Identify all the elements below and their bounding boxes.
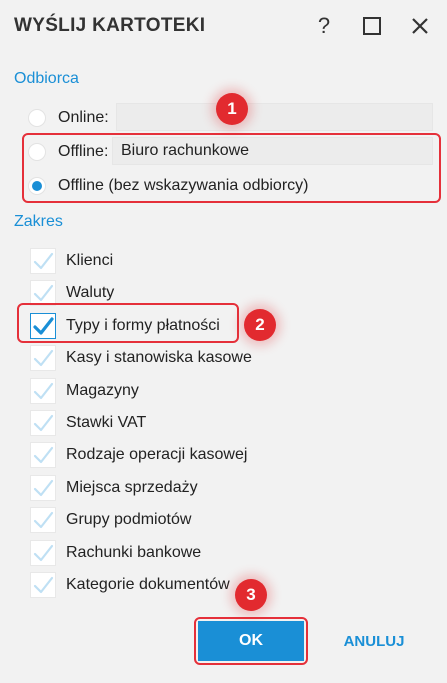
scope-item[interactable]: Rodzaje operacji kasowej — [30, 441, 247, 469]
ok-button[interactable]: OK — [198, 621, 304, 661]
scope-item-label: Magazyny — [66, 382, 139, 399]
scope-item-label: Kategorie dokumentów — [66, 576, 230, 593]
scope-item-label: Klienci — [66, 252, 114, 269]
checkbox[interactable] — [30, 378, 56, 404]
checkbox[interactable] — [30, 540, 56, 566]
scope-item-label: Rachunki bankowe — [66, 544, 202, 561]
checkbox[interactable] — [30, 345, 56, 371]
window-title: WYŚLIJ KARTOTEKI — [14, 15, 206, 36]
checkbox[interactable] — [30, 507, 56, 533]
online-recipient-field[interactable] — [116, 103, 433, 131]
checkmark-icon — [33, 382, 54, 400]
scope-item[interactable]: Grupy podmiotów — [30, 506, 191, 534]
scope-item-label: Rodzaje operacji kasowej — [66, 446, 248, 463]
scope-item[interactable]: Klienci — [30, 247, 113, 275]
title-bar: WYŚLIJ KARTOTEKI ? — [0, 0, 447, 52]
checkbox[interactable] — [30, 248, 56, 274]
callout-badge-2: 2 — [244, 309, 276, 341]
checkmark-icon — [33, 349, 54, 367]
scope-item[interactable]: Miejsca sprzedaży — [30, 474, 198, 502]
checkbox[interactable] — [30, 410, 56, 436]
radio-online[interactable]: Online: — [28, 104, 109, 132]
checkbox[interactable] — [30, 475, 56, 501]
scope-item[interactable]: Rachunki bankowe — [30, 539, 201, 567]
checkbox[interactable] — [30, 572, 56, 598]
callout-badge-1: 1 — [216, 93, 248, 125]
checkmark-icon — [33, 284, 54, 302]
checkmark-icon — [33, 511, 54, 529]
callout-badge-3: 3 — [235, 579, 267, 611]
scope-item[interactable]: Kategorie dokumentów — [30, 571, 230, 599]
scope-item-label: Miejsca sprzedaży — [66, 479, 198, 496]
checkbox[interactable] — [30, 442, 56, 468]
scope-item[interactable]: Kasy i stanowiska kasowe — [30, 344, 252, 372]
scope-section-label: Zakres — [14, 213, 63, 230]
recipient-section-label: Odbiorca — [14, 70, 79, 87]
scope-item[interactable]: Magazyny — [30, 377, 139, 405]
checkmark-icon — [33, 252, 54, 270]
radio-online-button[interactable] — [28, 109, 46, 127]
highlight-payment-types — [17, 303, 239, 343]
scope-item-label: Stawki VAT — [66, 414, 147, 431]
checkmark-icon — [33, 446, 54, 464]
scope-item[interactable]: Stawki VAT — [30, 409, 146, 437]
maximize-icon[interactable] — [356, 10, 388, 42]
highlight-offline-options — [22, 133, 441, 203]
checkmark-icon — [33, 414, 54, 432]
checkmark-icon — [33, 479, 54, 497]
close-icon[interactable] — [404, 10, 436, 42]
cancel-button[interactable]: ANULUJ — [332, 621, 416, 661]
checkmark-icon — [33, 544, 54, 562]
checkmark-icon — [33, 576, 54, 594]
scope-item-label: Kasy i stanowiska kasowe — [66, 349, 252, 366]
question-mark-icon[interactable]: ? — [308, 10, 340, 42]
radio-online-label: Online: — [58, 109, 109, 126]
scope-item-label: Grupy podmiotów — [66, 511, 192, 528]
scope-item-label: Waluty — [66, 284, 115, 301]
